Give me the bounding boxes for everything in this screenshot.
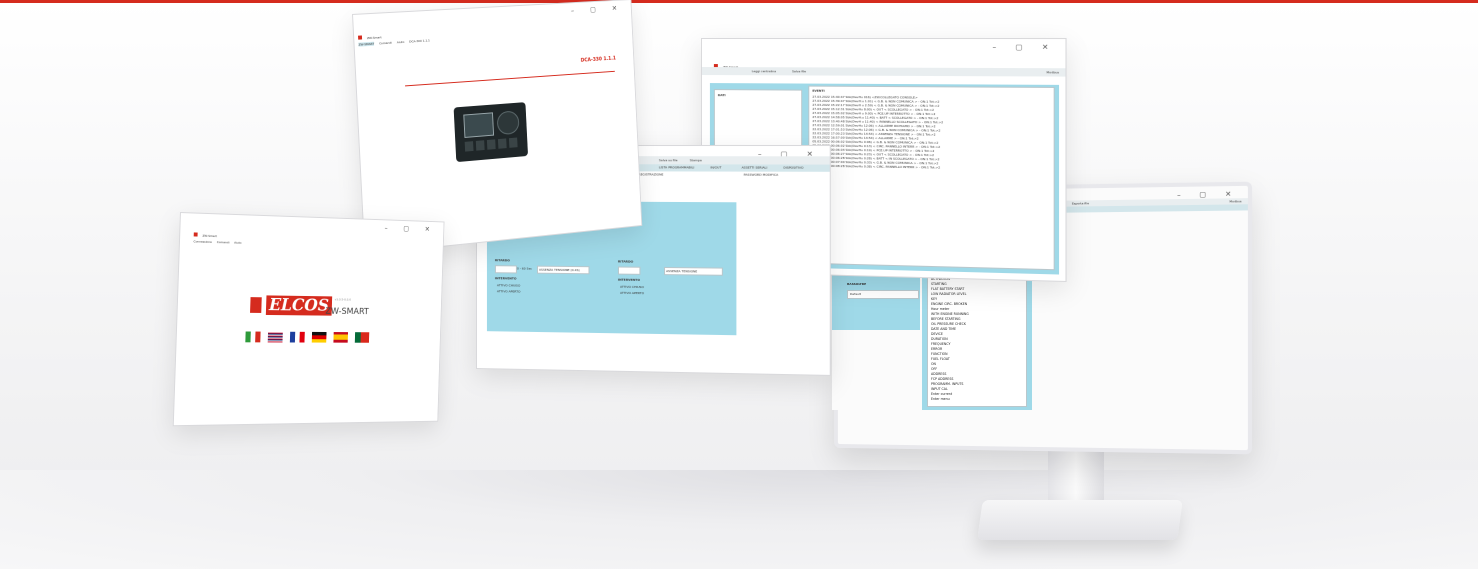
data-title: DATI — [717, 93, 726, 98]
language-select-window: – ▢ ✕ ZW-Smart Connessione Comandi Aiuto… — [172, 212, 445, 427]
save-file-button[interactable]: Salva su file — [659, 158, 678, 162]
win4-titlebar: – ▢ ✕ — [702, 39, 1065, 54]
tab-password[interactable]: PASSWORD MODIFICA — [744, 173, 779, 177]
export-file-button[interactable]: Esporta file — [1072, 201, 1089, 205]
tab-programmables[interactable]: LISTA PROGRAMMABILI — [659, 165, 694, 169]
win4-titleline: ZW-Smart — [702, 53, 1065, 69]
window-controls[interactable]: – ▢ ✕ — [992, 43, 1056, 51]
left-section-label: BASSOLTRE — [847, 282, 867, 286]
print-button[interactable]: Stampa — [690, 158, 702, 162]
elcos-brand: ELCOS — [265, 294, 332, 316]
tab-inout[interactable]: IN/OUT — [710, 165, 721, 169]
delay-unit-1: 0 - 60 Sec — [516, 266, 533, 271]
device-display — [463, 112, 495, 138]
language-flags — [245, 331, 373, 343]
event-row: 05.03.2022 00:08:28 Sbk(DevHu 0:38) < CI… — [812, 163, 941, 170]
settings-left-panel: BASSOLTRE Default — [832, 270, 920, 330]
delay-label-2: RITARDO — [617, 259, 634, 264]
modbus-label: Modbus — [1046, 70, 1060, 75]
tab-registration[interactable]: REGISTRAZIONE — [638, 172, 663, 176]
monitor-stand-base — [977, 500, 1183, 540]
field-box-1[interactable]: ASSENZA TENSIONE (0.4S) — [536, 265, 590, 275]
intervention-label-2: INTERVENTO — [617, 277, 640, 282]
option-closed-2[interactable]: ATTIVO CHIUSO — [620, 285, 644, 289]
default-input[interactable]: Default — [847, 290, 919, 299]
flag-spanish-icon[interactable] — [333, 332, 349, 343]
product-name: ZW-SMART — [325, 306, 369, 318]
default-input-value: Default — [850, 292, 861, 296]
menu-aiuto[interactable]: Aiuto — [234, 241, 241, 245]
status-tab-device[interactable]: DCA-300 1.1.1 — [409, 38, 430, 43]
flag-portuguese-icon[interactable] — [354, 332, 370, 343]
menu-connessione[interactable]: Connessione — [193, 239, 211, 244]
save-file-button[interactable]: Salva file — [792, 69, 806, 73]
floor-shadow — [0, 470, 1478, 569]
top-accent-bar — [0, 0, 1478, 3]
device-header: DCA-330 1.1.1 — [580, 55, 617, 64]
settings-list[interactable]: ACTIVATION STARTING FLAT BATTERY START LOW … — [927, 275, 1027, 407]
header-divider — [405, 70, 615, 87]
field-value-1: ASSENZA TENSIONE (0.4S) — [539, 267, 580, 273]
menu-comandi[interactable]: Comandi — [217, 240, 230, 244]
flag-italian-icon[interactable] — [245, 331, 261, 343]
status-tab-zwsmart[interactable]: ZW-SMART — [358, 41, 375, 47]
menu-comandi[interactable]: Comandi — [379, 41, 392, 46]
tab-serial[interactable]: ASSETTI SERIALI — [742, 165, 768, 169]
flag-french-icon[interactable] — [289, 331, 305, 343]
option-open-2[interactable]: ATTIVO APERTO — [620, 291, 644, 295]
field-box-2[interactable]: ASSENZA TENSIONE — [664, 266, 723, 276]
device-nav-pad — [496, 110, 520, 136]
intervention-label-1: INTERVENTO — [494, 276, 517, 281]
device-window: – ▢ ✕ ZW-Smart ZW-SMART Comandi Aiuto DC… — [352, 0, 643, 256]
elcos-logo: ELCOS — [250, 294, 332, 316]
elcos-mark-icon — [250, 296, 262, 313]
flag-german-icon[interactable] — [311, 331, 327, 343]
control-panel-device-image — [453, 102, 529, 163]
version-text: v1.0.5-0.0.0 — [334, 297, 352, 302]
menu-aiuto[interactable]: Aiuto — [397, 40, 405, 44]
read-device-button[interactable]: Leggi centralina — [752, 69, 776, 73]
modbus-label: Modbus — [1229, 199, 1242, 204]
device-buttons — [464, 137, 519, 152]
events-title: EVENTI — [812, 88, 825, 93]
delay-label-1: RITARDO — [494, 258, 510, 263]
option-open-1[interactable]: ATTIVO APERTO — [497, 289, 520, 293]
settings-list-item[interactable]: Enter menu — [931, 397, 1023, 402]
flag-english-icon[interactable] — [267, 331, 283, 343]
tab-device[interactable]: DISPOSITIVO — [783, 166, 803, 170]
delay-input-1[interactable] — [494, 265, 517, 274]
events-box[interactable]: EVENTI 27.03.2022 15:40:47 Sbk(DevHu 016… — [808, 85, 1055, 271]
delay-input-2[interactable] — [617, 266, 641, 275]
option-closed-1[interactable]: ATTIVO CHIUSO — [497, 283, 520, 287]
field-value-2: ASSENZA TENSIONE — [666, 269, 698, 274]
win4-toolbar: Leggi centralina Salva file Modbus — [701, 67, 1066, 77]
